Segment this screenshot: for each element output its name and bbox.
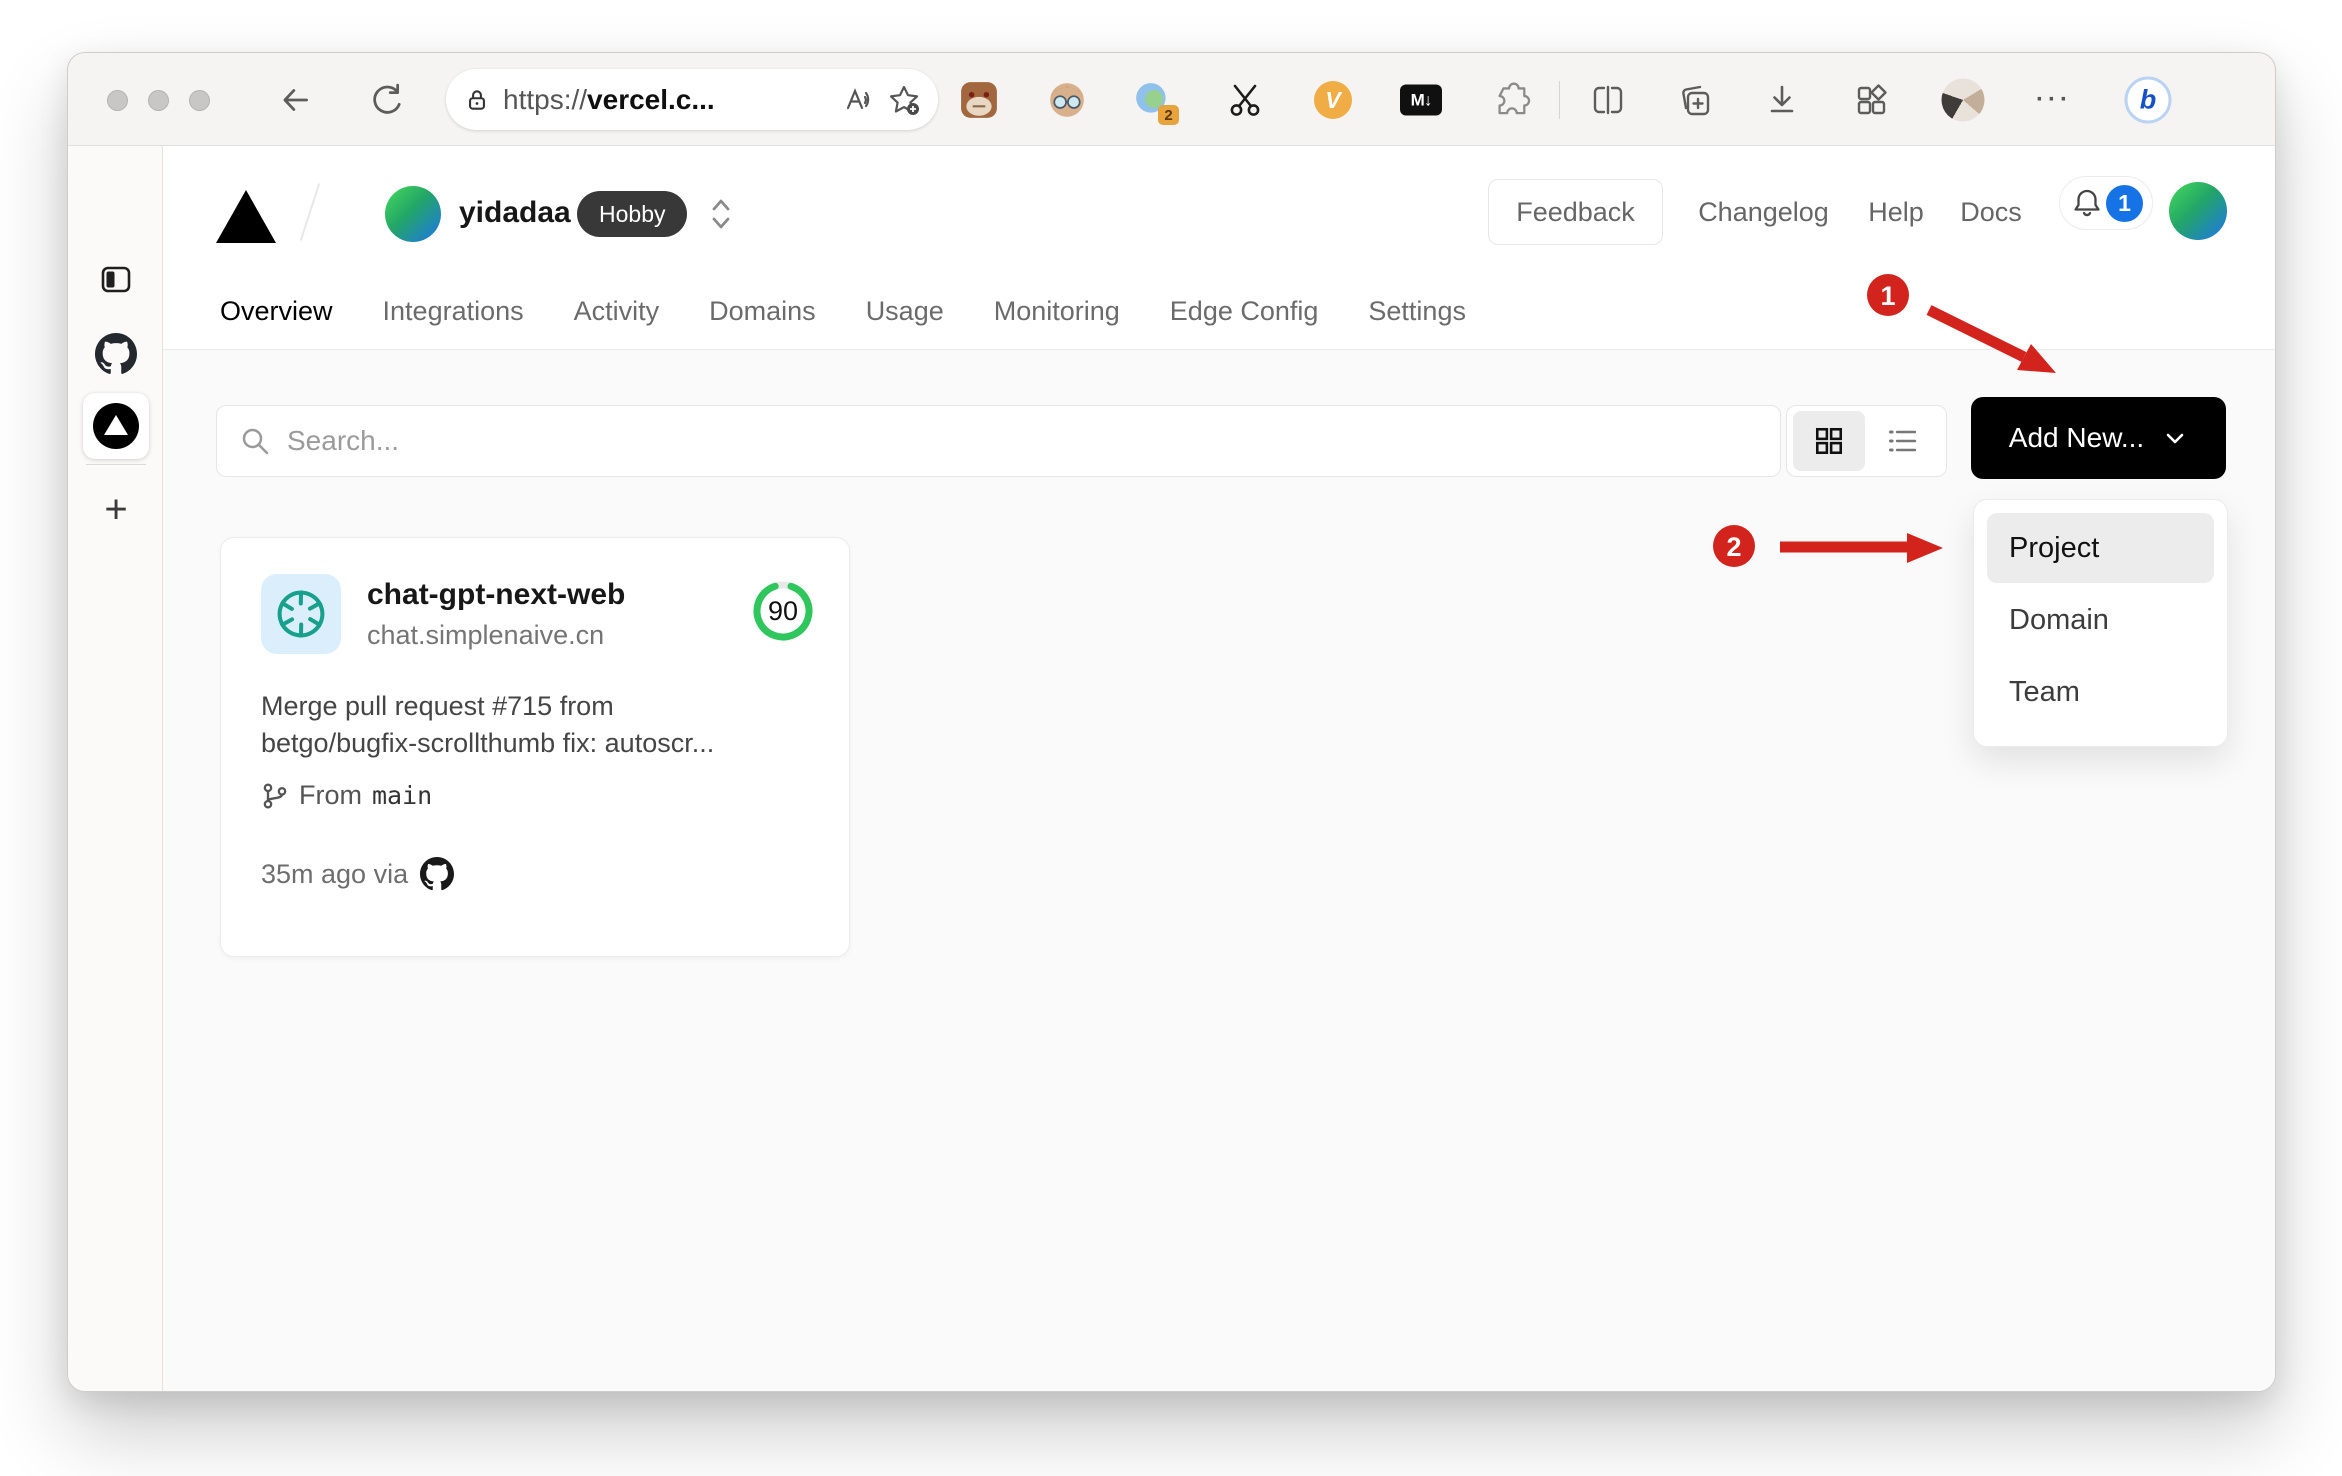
branch-label: From bbox=[299, 780, 362, 810]
plan-badge: Hobby bbox=[577, 191, 688, 237]
traffic-light-minimize[interactable] bbox=[148, 90, 169, 111]
add-new-dropdown: Project Domain Team bbox=[1973, 499, 2228, 747]
deploy-meta: 35m ago via bbox=[261, 858, 409, 889]
branch-row: From main bbox=[261, 780, 815, 811]
tampermonkey-extension-icon[interactable] bbox=[959, 80, 999, 120]
view-switcher bbox=[1786, 405, 1947, 477]
grid-view-button[interactable] bbox=[1793, 411, 1865, 471]
list-view-button[interactable] bbox=[1865, 411, 1941, 471]
tab-usage[interactable]: Usage bbox=[864, 294, 946, 349]
branch-name[interactable]: main bbox=[372, 781, 432, 810]
dropdown-item-project[interactable]: Project bbox=[1987, 513, 2214, 583]
tab-settings[interactable]: Settings bbox=[1366, 294, 1468, 349]
scissors-extension-icon[interactable] bbox=[1226, 81, 1264, 119]
nav-changelog[interactable]: Changelog bbox=[1693, 179, 1834, 245]
new-tab-button[interactable]: + bbox=[104, 488, 127, 533]
dropdown-item-team[interactable]: Team bbox=[1987, 657, 2214, 727]
notifications-button[interactable]: 1 bbox=[2059, 176, 2153, 230]
vercel-header: yidadaa Hobby Feedback Changelog Help Do… bbox=[163, 146, 2275, 367]
score-ring[interactable]: 90 bbox=[751, 579, 815, 643]
scope-switcher-icon[interactable] bbox=[703, 188, 739, 240]
github-tab-favicon[interactable] bbox=[95, 333, 137, 375]
score-value: 90 bbox=[767, 595, 799, 626]
openai-logo-icon bbox=[277, 590, 325, 638]
tab-overview[interactable]: Overview bbox=[216, 294, 337, 367]
apps-icon[interactable] bbox=[1851, 80, 1891, 120]
search-input[interactable] bbox=[287, 425, 1758, 457]
bing-chat-icon[interactable]: b bbox=[2124, 76, 2172, 124]
avatar-extension-icon[interactable] bbox=[1047, 80, 1087, 120]
notification-count-badge: 1 bbox=[2106, 184, 2143, 222]
refresh-icon[interactable] bbox=[368, 82, 404, 118]
traffic-light-close[interactable] bbox=[107, 90, 128, 111]
browser-toolbar: https://vercel.c... 2 V M↓ ··· b bbox=[68, 53, 2275, 146]
git-branch-icon bbox=[261, 782, 289, 810]
feedback-button[interactable]: Feedback bbox=[1488, 179, 1663, 245]
github-source-icon bbox=[420, 857, 455, 891]
address-bar[interactable]: https://vercel.c... bbox=[446, 69, 938, 130]
search-icon bbox=[239, 425, 271, 457]
project-card[interactable]: chat-gpt-next-web chat.simplenaive.cn 90 bbox=[220, 537, 850, 957]
browser-window: https://vercel.c... 2 V M↓ ··· b + yidad… bbox=[67, 52, 2276, 1392]
tab-monitoring[interactable]: Monitoring bbox=[992, 294, 1122, 349]
browser-profile-avatar[interactable] bbox=[1941, 78, 1985, 122]
downloads-icon[interactable] bbox=[1762, 80, 1802, 120]
tab-integrations[interactable]: Integrations bbox=[381, 294, 526, 349]
vercel-logo[interactable] bbox=[216, 190, 276, 243]
back-icon[interactable] bbox=[278, 82, 314, 118]
extensions-puzzle-icon[interactable] bbox=[1491, 80, 1531, 120]
chevron-down-icon bbox=[2162, 425, 2188, 451]
more-menu-icon[interactable]: ··· bbox=[2036, 86, 2072, 114]
lock-icon bbox=[464, 87, 490, 113]
project-name[interactable]: chat-gpt-next-web bbox=[367, 578, 751, 612]
dropdown-item-domain[interactable]: Domain bbox=[1987, 585, 2214, 655]
favorite-star-icon[interactable] bbox=[888, 84, 920, 116]
browser-sidebar: + bbox=[68, 146, 163, 1391]
sidebar-divider bbox=[86, 464, 146, 465]
tab-edge-config[interactable]: Edge Config bbox=[1168, 294, 1321, 349]
project-search[interactable] bbox=[216, 405, 1781, 477]
bell-icon bbox=[2070, 186, 2104, 220]
tab-bar: Overview Integrations Activity Domains U… bbox=[216, 294, 1468, 367]
vercel-page: yidadaa Hobby Feedback Changelog Help Do… bbox=[163, 146, 2275, 1391]
breadcrumb-slash bbox=[299, 183, 321, 241]
traffic-light-zoom[interactable] bbox=[189, 90, 210, 111]
sidebar-panel-toggle-icon[interactable] bbox=[97, 260, 135, 298]
screenshot-root: https://vercel.c... 2 V M↓ ··· b + yidad… bbox=[0, 0, 2342, 1476]
team-name: yidadaa bbox=[459, 196, 571, 229]
user-avatar[interactable] bbox=[2169, 182, 2227, 240]
tab-domains[interactable]: Domains bbox=[707, 294, 818, 349]
vercel-tab-favicon-active[interactable] bbox=[83, 393, 149, 459]
markdown-extension-icon[interactable]: M↓ bbox=[1400, 84, 1442, 116]
v-extension-icon[interactable]: V bbox=[1314, 81, 1352, 119]
split-screen-icon[interactable] bbox=[1588, 80, 1628, 120]
collections-add-icon[interactable] bbox=[1675, 80, 1715, 120]
tab-activity[interactable]: Activity bbox=[572, 294, 662, 349]
project-favicon-tile bbox=[261, 574, 341, 654]
nav-docs[interactable]: Docs bbox=[1957, 179, 2025, 245]
team-avatar[interactable] bbox=[385, 186, 441, 242]
add-new-button[interactable]: Add New... bbox=[1971, 397, 2226, 479]
commit-message: Merge pull request #715 from betgo/bugfi… bbox=[261, 691, 715, 758]
proxy-badge: 2 bbox=[1158, 105, 1179, 125]
url-text: https://vercel.c... bbox=[503, 83, 715, 115]
project-domain[interactable]: chat.simplenaive.cn bbox=[367, 620, 751, 651]
read-aloud-icon[interactable] bbox=[845, 85, 875, 115]
overview-content: Add New... Project Domain Team bbox=[163, 349, 2275, 1391]
proxy-extension-icon[interactable]: 2 bbox=[1133, 80, 1179, 125]
toolbar-divider bbox=[1559, 81, 1560, 119]
nav-help[interactable]: Help bbox=[1866, 179, 1926, 245]
add-new-label: Add New... bbox=[2008, 422, 2145, 453]
